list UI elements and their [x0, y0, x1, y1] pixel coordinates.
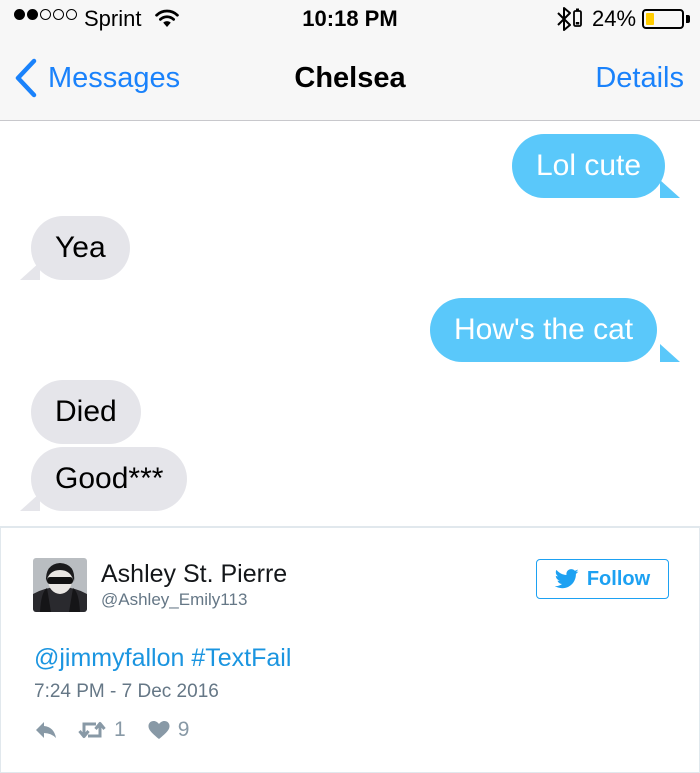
reply-button[interactable] — [34, 720, 58, 740]
avatar[interactable] — [33, 558, 87, 612]
tweet-timestamp[interactable]: 7:24 PM - 7 Dec 2016 — [34, 681, 219, 703]
message-text: Lol cute — [536, 149, 642, 182]
retweet-icon — [78, 722, 106, 738]
battery-tip — [686, 15, 690, 23]
status-bar: Sprint 10:18 PM 24% — [0, 0, 700, 40]
message-bubble-outgoing[interactable]: How's the cat — [430, 298, 658, 362]
tweet-actions: 1 9 — [34, 718, 189, 742]
message-text: Died — [55, 395, 117, 428]
message-bubble-outgoing[interactable]: Lol cute — [512, 134, 666, 198]
follow-button-label: Follow — [586, 567, 651, 590]
retweet-button[interactable]: 1 — [78, 718, 126, 742]
tweet-text: @jimmyfallon #TextFail — [34, 644, 291, 673]
tweet-author-name[interactable]: Ashley St. Pierre — [101, 560, 287, 589]
message-bubble-incoming[interactable]: Good*** — [31, 447, 188, 511]
header-area: Sprint 10:18 PM 24% Messages Chelsea Det… — [0, 0, 700, 121]
like-count: 9 — [177, 718, 190, 741]
bubble-tail — [20, 262, 40, 280]
like-button[interactable]: 9 — [148, 718, 190, 742]
tweet-mention-link[interactable]: @jimmyfallon — [34, 644, 184, 672]
reply-icon — [36, 722, 56, 738]
follow-button[interactable]: Follow — [536, 559, 669, 599]
tweet-hashtag-link[interactable]: #TextFail — [191, 644, 291, 672]
embedded-tweet: Ashley St. Pierre @Ashley_Emily113 Follo… — [0, 527, 700, 773]
message-bubble-incoming[interactable]: Died — [31, 380, 141, 444]
message-text: Good*** — [55, 462, 164, 495]
details-button[interactable]: Details — [595, 62, 684, 95]
retweet-count: 1 — [114, 718, 126, 741]
heart-icon — [148, 721, 170, 739]
bubble-tail — [660, 344, 680, 362]
battery-fill — [646, 13, 655, 25]
tweet-author-handle[interactable]: @Ashley_Emily113 — [101, 590, 247, 610]
bluetooth-icon — [555, 6, 585, 37]
battery-icon — [642, 9, 684, 29]
bubble-tail — [20, 493, 40, 511]
message-text: How's the cat — [454, 313, 634, 346]
bubble-tail — [660, 180, 680, 198]
twitter-bird-icon — [554, 569, 579, 589]
message-text: Yea — [55, 231, 106, 264]
message-screenshot: Sprint 10:18 PM 24% Messages Chelsea Det… — [0, 0, 700, 527]
battery-percent: 24% — [592, 6, 637, 31]
message-bubble-incoming[interactable]: Yea — [31, 216, 130, 280]
